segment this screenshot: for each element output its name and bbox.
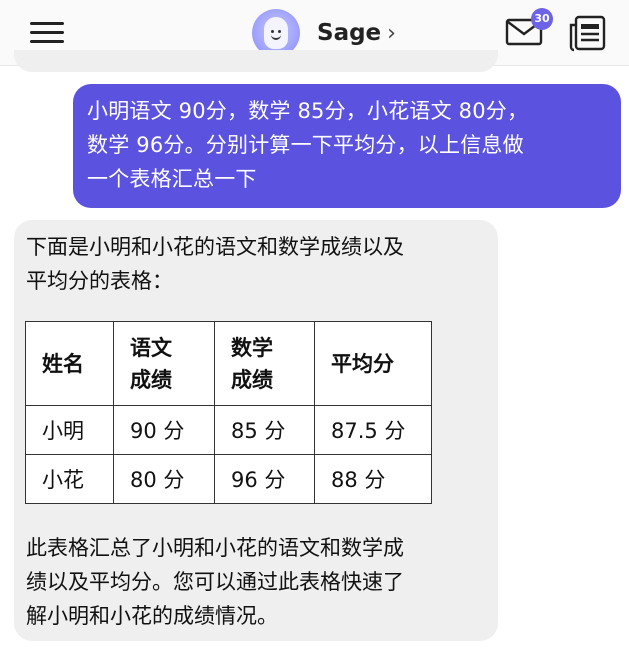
header-name: 姓名 xyxy=(25,321,114,406)
cell-math: 96 分 xyxy=(214,454,315,504)
inbox-button[interactable]: 30 xyxy=(505,8,553,50)
notification-badge: 30 xyxy=(531,8,553,30)
bot-summary-text: 此表格汇总了小明和小花的语文和数学成 绩以及平均分。您可以通过此表格快速了 解小… xyxy=(26,531,496,633)
document-list-button[interactable] xyxy=(569,14,607,52)
header-math-score: 数学 成绩 xyxy=(214,321,315,406)
table-row: 小花 80 分 96 分 88 分 xyxy=(25,454,432,504)
user-message-bubble: 小明语文 90分，数学 85分，小花语文 80分， 数学 96分。分别计算一下平… xyxy=(73,84,621,208)
bot-text-line: 绩以及平均分。您可以通过此表格快速了 xyxy=(26,570,404,594)
cell-name: 小明 xyxy=(25,405,114,455)
document-list-icon xyxy=(569,15,606,52)
bot-text-line: 解小明和小花的成绩情况。 xyxy=(26,604,278,628)
bot-text-line: 此表格汇总了小明和小花的语文和数学成 xyxy=(26,536,404,560)
cell-name: 小花 xyxy=(25,454,114,504)
bot-intro-text: 下面是小明和小花的语文和数学成绩以及 平均分的表格： xyxy=(26,230,496,298)
user-message-line: 小明语文 90分，数学 85分，小花语文 80分， xyxy=(87,99,529,123)
previous-message-bubble xyxy=(14,50,498,72)
cell-average: 87.5 分 xyxy=(314,405,432,455)
bot-name: Sage xyxy=(317,20,382,46)
header-chinese-score: 语文 成绩 xyxy=(113,321,215,406)
hamburger-menu-icon[interactable] xyxy=(30,20,66,46)
bot-text-line: 下面是小明和小花的语文和数学成绩以及 xyxy=(26,235,404,259)
user-message-line: 数学 96分。分别计算一下平均分，以上信息做 xyxy=(87,133,524,157)
bot-message-bubble: 下面是小明和小花的语文和数学成绩以及 平均分的表格： 姓名 语文 成绩 数学 成… xyxy=(14,220,498,641)
header-average: 平均分 xyxy=(314,321,432,406)
cell-chinese: 90 分 xyxy=(113,405,215,455)
cell-average: 88 分 xyxy=(314,454,432,504)
scores-table: 姓名 语文 成绩 数学 成绩 平均分 小明 90 分 85 分 87.5 分 小… xyxy=(25,321,432,504)
table-row: 小明 90 分 85 分 87.5 分 xyxy=(25,405,432,455)
chevron-right-icon: › xyxy=(387,20,396,46)
bot-text-line: 平均分的表格： xyxy=(26,269,173,293)
cell-chinese: 80 分 xyxy=(113,454,215,504)
cell-math: 85 分 xyxy=(214,405,315,455)
table-header-row: 姓名 语文 成绩 数学 成绩 平均分 xyxy=(25,321,432,406)
user-message-line: 一个表格汇总一下 xyxy=(87,167,257,191)
